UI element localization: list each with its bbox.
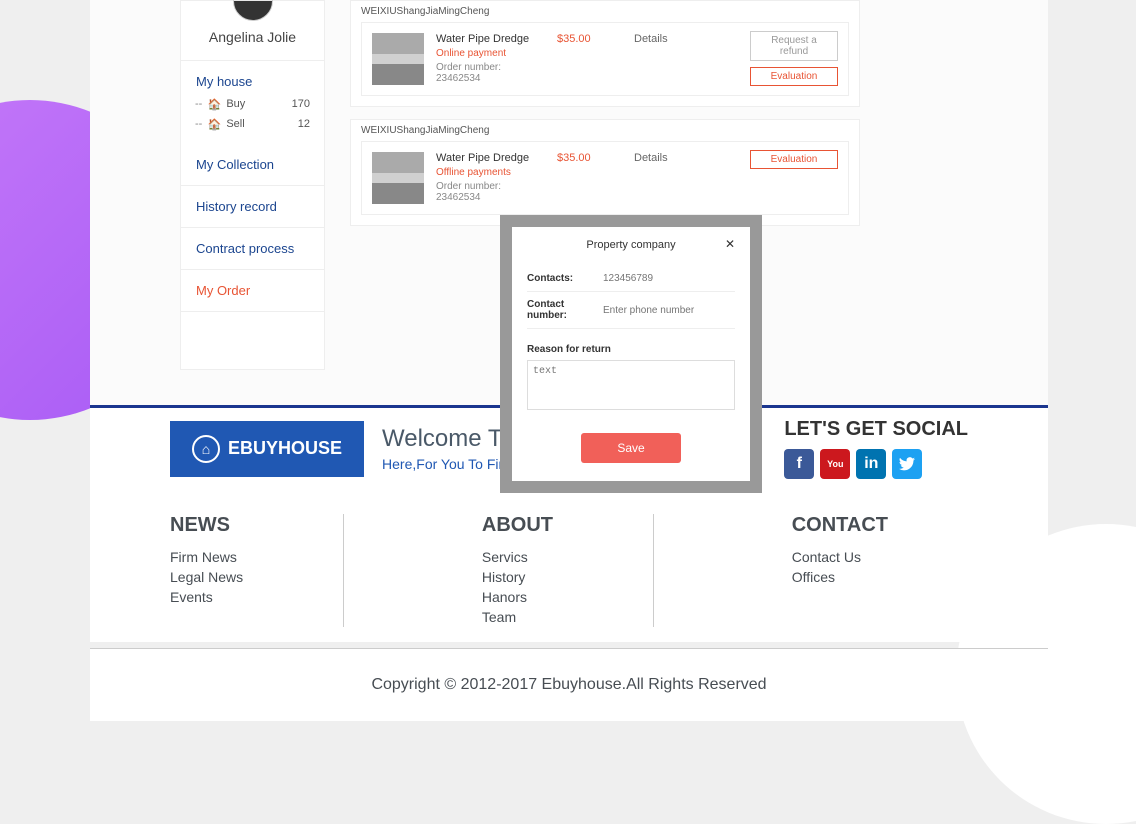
about-title: ABOUT [482,514,553,537]
twitter-icon[interactable] [892,449,922,479]
link-firm-news[interactable]: Firm News [170,547,243,567]
social-title: LET'S GET SOCIAL [784,418,968,441]
vendor-name: WEIXIUShangJiaMingCheng [351,120,859,141]
logo-icon: ⌂ [192,435,220,463]
buy-label: Buy [226,98,245,110]
product-image[interactable] [372,33,424,85]
logo[interactable]: ⌂ EBUYHOUSE [170,421,364,477]
price: $35.00 [557,33,591,45]
details-link[interactable]: Details [634,33,668,45]
contacts-input[interactable] [603,273,735,284]
payment-type: Offline payments [436,167,541,178]
facebook-icon[interactable]: f [784,449,814,479]
link-offices[interactable]: Offices [792,567,888,587]
news-title: NEWS [170,514,243,537]
refund-button[interactable]: Request a refund [750,31,838,61]
payment-type: Online payment [436,48,541,59]
modal-overlay: Property company ✕ Contacts: Contact num… [500,215,762,493]
house-icon: 🏠 [207,97,221,111]
contact-title: CONTACT [792,514,888,537]
sidebar-my-house[interactable]: My house [181,61,324,94]
save-button[interactable]: Save [581,433,681,463]
link-contact-us[interactable]: Contact Us [792,547,888,567]
sidebar: Angelina Jolie My house -- 🏠 Buy 170 -- … [180,0,325,370]
phone-input[interactable] [603,305,735,316]
footer-col-contact: CONTACT Contact Us Offices [792,514,968,627]
orders-content: WEIXIUShangJiaMingCheng Water Pipe Dredg… [350,0,860,238]
buy-count: 170 [292,98,310,110]
reason-textarea[interactable] [527,360,735,410]
property-company-modal: Property company ✕ Contacts: Contact num… [512,227,750,481]
sidebar-item-buy[interactable]: -- 🏠 Buy 170 [195,94,310,114]
user-name: Angelina Jolie [181,29,324,61]
copyright: Copyright © 2012-2017 Ebuyhouse.All Righ… [90,648,1048,721]
link-honors[interactable]: Hanors [482,587,553,607]
close-icon[interactable]: ✕ [725,237,735,251]
order-card: WEIXIUShangJiaMingCheng Water Pipe Dredg… [350,0,860,107]
evaluation-button[interactable]: Evaluation [750,67,838,86]
youtube-icon[interactable]: You [820,449,850,479]
sell-label: Sell [226,118,244,130]
link-services[interactable]: Servics [482,547,553,567]
order-number: Order number: 23462534 [436,181,541,203]
link-history[interactable]: History [482,567,553,587]
avatar[interactable] [233,0,273,21]
sidebar-my-order[interactable]: My Order [181,270,324,312]
phone-label: Contact number: [527,299,595,321]
contacts-label: Contacts: [527,273,595,284]
order-number: Order number: 23462534 [436,62,541,84]
details-link[interactable]: Details [634,152,668,164]
house-icon: 🏠 [207,117,221,131]
order-card: WEIXIUShangJiaMingCheng Water Pipe Dredg… [350,119,860,226]
modal-title: Property company [586,239,675,251]
reason-label: Reason for return [527,344,735,355]
evaluation-button[interactable]: Evaluation [750,150,838,169]
footer-col-about: ABOUT Servics History Hanors Team [482,514,654,627]
link-legal-news[interactable]: Legal News [170,567,243,587]
sidebar-contract-process[interactable]: Contract process [181,228,324,270]
product-image[interactable] [372,152,424,204]
link-team[interactable]: Team [482,607,553,627]
sidebar-history-record[interactable]: History record [181,186,324,228]
footer-col-news: NEWS Firm News Legal News Events [170,514,344,627]
sell-count: 12 [298,118,310,130]
link-events[interactable]: Events [170,587,243,607]
linkedin-icon[interactable]: in [856,449,886,479]
sidebar-my-collection[interactable]: My Collection [181,144,324,186]
product-title: Water Pipe Dredge [436,33,541,45]
vendor-name: WEIXIUShangJiaMingCheng [351,1,859,22]
logo-text: EBUYHOUSE [228,438,342,459]
sidebar-item-sell[interactable]: -- 🏠 Sell 12 [195,114,310,134]
product-title: Water Pipe Dredge [436,152,541,164]
price: $35.00 [557,152,591,164]
